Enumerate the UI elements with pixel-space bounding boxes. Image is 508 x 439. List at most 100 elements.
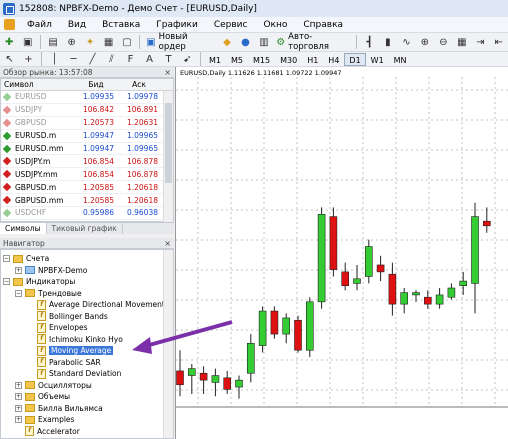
timeframe-h4[interactable]: H4 <box>323 53 344 66</box>
navigator-item[interactable]: f Ichimoku Kinko Hyo <box>27 334 123 346</box>
navigator-item[interactable]: + Объемы <box>15 391 70 403</box>
zoom-in-icon[interactable]: ⊕ <box>418 35 432 50</box>
market-watch-row[interactable]: GBPUSD.m 1.20585 1.20618 <box>1 181 173 195</box>
navigator-header: Навигатор × <box>0 238 174 249</box>
navigator-scrollbar[interactable] <box>163 250 173 438</box>
expand-toggle-icon[interactable]: − <box>3 255 10 263</box>
market-watch-icon[interactable]: ▤ <box>46 35 60 50</box>
close-icon[interactable]: × <box>164 238 171 249</box>
scrollbar-thumb[interactable] <box>165 103 172 183</box>
vertical-line-icon[interactable]: │ <box>47 52 62 67</box>
crosshair-icon[interactable]: + <box>21 52 36 67</box>
toolbar-separator <box>39 35 41 49</box>
tab-symbols[interactable]: Символы <box>0 223 47 234</box>
bid-cell: 1.09947 <box>82 144 114 153</box>
cursor-icon[interactable]: ↖ <box>2 52 17 67</box>
close-icon[interactable]: × <box>164 67 171 78</box>
market-watch-row[interactable]: USDCHF 0.95986 0.96038 <box>1 207 173 220</box>
equidistant-channel-icon[interactable]: ⫽ <box>104 52 119 67</box>
navigator-item[interactable]: f Standard Deviation <box>27 368 121 380</box>
bearish-candle <box>329 216 338 270</box>
timeframe-h1[interactable]: H1 <box>302 53 323 66</box>
timeframe-w1[interactable]: W1 <box>366 53 389 66</box>
market-watch-row[interactable]: USDJPY.mm 106.854 106.878 <box>1 168 173 182</box>
market-watch-row[interactable]: USDJPY.m 106.854 106.878 <box>1 155 173 169</box>
expand-toggle-icon[interactable]: − <box>15 289 22 297</box>
expand-toggle-icon[interactable]: + <box>15 266 22 274</box>
tab-tick-chart[interactable]: Тиковый график <box>47 223 123 234</box>
navigator-item[interactable]: + NPBFX-Demo <box>15 265 87 277</box>
arrow-tool-icon[interactable]: ➹ <box>180 52 195 67</box>
navigator-item[interactable]: + Examples <box>15 414 74 426</box>
bar-chart-icon[interactable]: ┫ <box>362 35 376 50</box>
horizontal-line-icon[interactable]: ─ <box>66 52 81 67</box>
fibonacci-icon[interactable]: F <box>123 52 138 67</box>
navigator-item[interactable]: f Parabolic SAR <box>27 357 101 369</box>
navigator-item[interactable]: − Трендовые <box>15 288 82 300</box>
market-watch-scrollbar[interactable] <box>163 91 173 222</box>
column-ask[interactable]: Аск <box>117 80 161 89</box>
market-watch-row[interactable]: EURUSD 1.09935 1.09978 <box>1 91 173 104</box>
timeframe-m5[interactable]: M5 <box>226 53 248 66</box>
bullish-candle <box>282 317 290 335</box>
profiles-icon[interactable]: ▣ <box>20 35 34 50</box>
market-icon[interactable]: ▥ <box>257 35 271 50</box>
bid-cell: 1.20585 <box>82 182 114 192</box>
new-chart-icon[interactable]: ✚ <box>2 35 16 50</box>
metaeditor-icon[interactable]: ◆ <box>220 35 234 50</box>
menu-charts[interactable]: Графики <box>148 20 206 30</box>
column-bid[interactable]: Бид <box>75 80 117 89</box>
candle-chart-icon[interactable]: ▮ <box>381 35 395 50</box>
column-symbol[interactable]: Символ <box>1 80 75 89</box>
market-watch-row[interactable]: GBPUSD 1.20573 1.20631 <box>1 117 173 130</box>
tile-windows-icon[interactable]: ▦ <box>455 35 469 50</box>
menu-insert[interactable]: Вставка <box>94 20 148 30</box>
navigator-item[interactable]: f Accelerator <box>15 426 80 438</box>
menu-window[interactable]: Окно <box>255 20 295 30</box>
timeframe-m15[interactable]: M15 <box>248 53 275 66</box>
menu-tools[interactable]: Сервис <box>206 20 256 30</box>
timeframe-m30[interactable]: M30 <box>275 53 302 66</box>
market-watch-row[interactable]: GBPUSD.mm 1.20585 1.20618 <box>1 194 173 208</box>
line-chart-icon[interactable]: ∿ <box>399 35 413 50</box>
navigator-item[interactable]: − Счета <box>3 253 49 265</box>
trendline-icon[interactable]: ╱ <box>85 52 100 67</box>
navigator-icon[interactable]: ✦ <box>83 35 97 50</box>
menu-file[interactable]: Файл <box>19 20 60 30</box>
text-tool-icon[interactable]: A <box>142 52 157 67</box>
data-window-icon[interactable]: ⊕ <box>64 35 78 50</box>
expand-toggle-icon[interactable]: + <box>15 381 22 389</box>
chart-shift-icon[interactable]: ⇤ <box>492 35 506 50</box>
market-watch-row[interactable]: EURUSD.m 1.09947 1.09965 <box>1 130 173 143</box>
bearish-candle <box>388 273 397 305</box>
timeframe-mn[interactable]: MN <box>389 53 412 66</box>
navigator-item[interactable]: + Билла Вильямса <box>15 403 103 415</box>
navigator-item[interactable]: f Moving Average <box>27 345 114 357</box>
label-tool-icon[interactable]: T <box>161 52 176 67</box>
market-watch-row[interactable]: USDJPY 106.842 106.891 <box>1 104 173 117</box>
menu-help[interactable]: Справка <box>295 20 351 30</box>
navigator-item[interactable]: + Осцилляторы <box>15 380 92 392</box>
chart-window-icon[interactable] <box>4 19 15 30</box>
navigator-item[interactable]: f Envelopes <box>27 322 88 334</box>
market-watch-row[interactable]: EURUSD.mm 1.09947 1.09965 <box>1 143 173 156</box>
navigator-item[interactable]: f Bollinger Bands <box>27 311 108 323</box>
chart-window[interactable]: EURUSD,Daily 1.11626 1.11681 1.09722 1.0… <box>175 67 508 439</box>
signals-icon[interactable]: ● <box>238 35 252 50</box>
expand-toggle-icon[interactable]: + <box>15 404 22 412</box>
expand-toggle-icon[interactable]: + <box>15 393 22 401</box>
navigator-item[interactable]: − Индикаторы <box>3 276 75 288</box>
tester-icon[interactable]: ▢ <box>120 35 134 50</box>
price-chart[interactable] <box>176 67 508 439</box>
menu-view[interactable]: Вид <box>60 20 94 30</box>
expand-toggle-icon[interactable]: + <box>15 416 22 424</box>
terminal-icon[interactable]: ▦ <box>101 35 115 50</box>
timeframe-m1[interactable]: M1 <box>204 53 226 66</box>
expand-toggle-icon[interactable]: − <box>3 278 10 286</box>
zoom-out-icon[interactable]: ⊖ <box>436 35 450 50</box>
navigator-item[interactable]: f Average Directional Movement <box>27 299 165 311</box>
autoscroll-icon[interactable]: ⇥ <box>473 35 487 50</box>
timeframe-d1[interactable]: D1 <box>344 52 366 66</box>
new-order-button[interactable]: ▣ Новый ордер <box>143 32 218 52</box>
autotrading-button[interactable]: ⚙ Авто-торговля <box>273 32 353 52</box>
